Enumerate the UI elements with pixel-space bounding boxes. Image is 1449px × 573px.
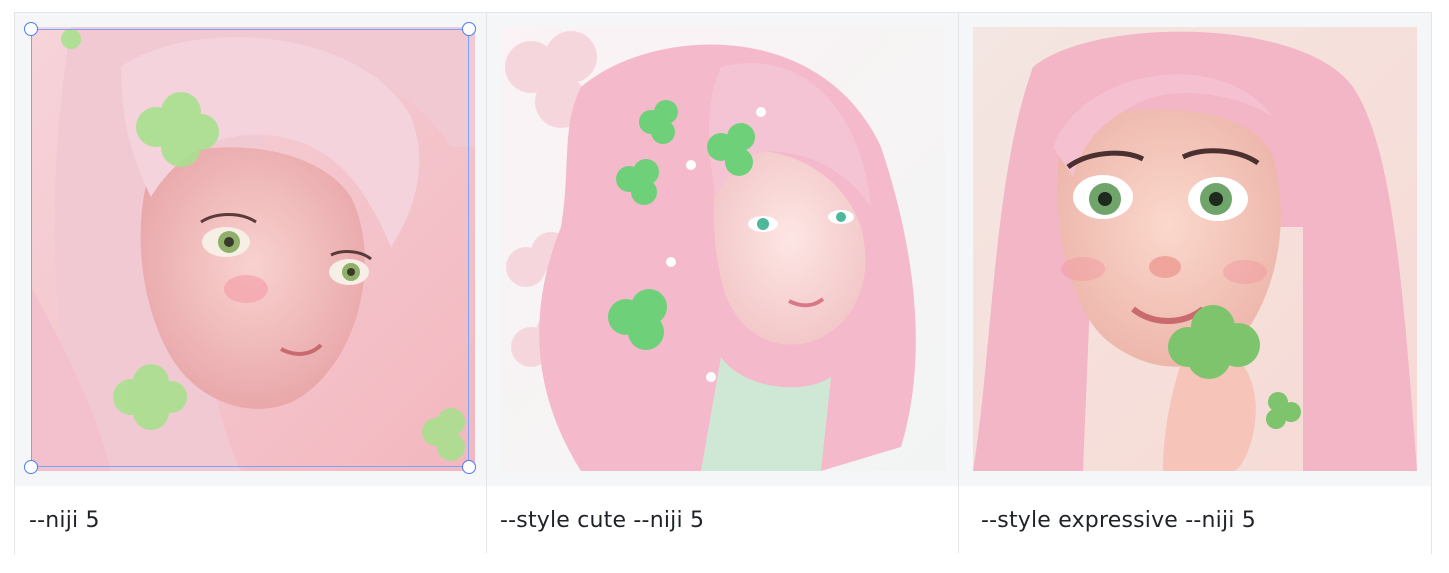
image-niji-5[interactable] (31, 27, 475, 471)
image-style-cute-niji-5[interactable] (501, 27, 945, 471)
image-style-expressive-niji-5[interactable] (973, 27, 1417, 471)
image-comparison-table: --niji 5 --style cute --niji 5 --style e… (14, 12, 1432, 554)
column-divider (486, 13, 487, 553)
pink-girl-watercolor-image (501, 27, 945, 471)
caption-style-expressive: --style expressive --niji 5 (981, 508, 1256, 533)
image-row (15, 13, 1431, 487)
caption-style-cute: --style cute --niji 5 (500, 508, 705, 533)
column-divider (958, 13, 959, 553)
resize-handle-top-right[interactable] (462, 22, 476, 36)
caption-niji-5: --niji 5 (29, 508, 100, 533)
resize-handle-bottom-left[interactable] (24, 460, 38, 474)
resize-handle-bottom-right[interactable] (462, 460, 476, 474)
pink-girl-illustration-image (31, 27, 475, 471)
caption-row: --niji 5 --style cute --niji 5 --style e… (15, 486, 1431, 554)
pink-girl-3d-image (973, 27, 1417, 471)
resize-handle-top-left[interactable] (24, 22, 38, 36)
